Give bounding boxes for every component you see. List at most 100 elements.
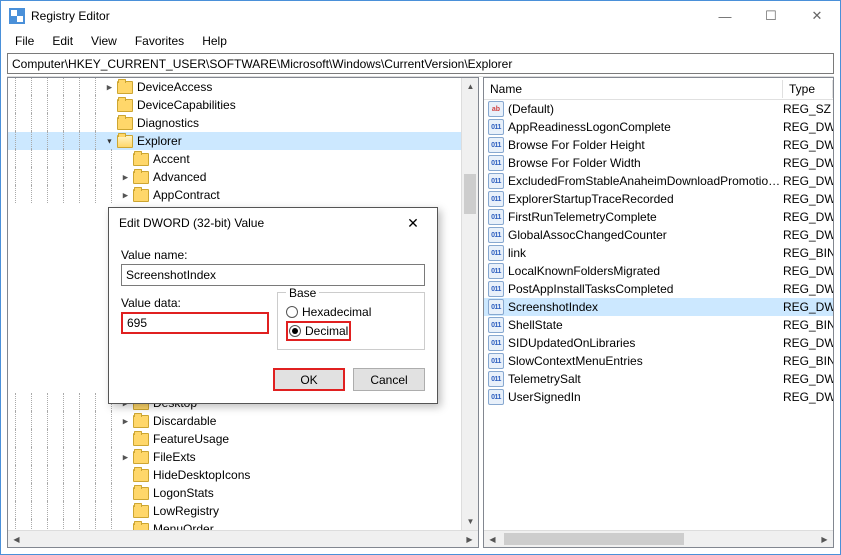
value-row[interactable]: 011FirstRunTelemetryCompleteREG_DWORD xyxy=(484,208,833,226)
tree-item-label: FileExts xyxy=(153,450,196,464)
tree-spacer xyxy=(120,434,131,445)
maximize-button[interactable]: ☐ xyxy=(748,1,794,31)
value-type: REG_DWORD xyxy=(783,156,833,170)
expander-icon[interactable] xyxy=(120,190,131,201)
value-name-field[interactable] xyxy=(121,264,425,286)
expander-icon[interactable] xyxy=(104,136,115,147)
scroll-up-icon[interactable]: ▲ xyxy=(462,78,479,95)
ok-button[interactable]: OK xyxy=(273,368,345,391)
scroll-right-icon[interactable]: ▶ xyxy=(816,531,833,548)
value-row[interactable]: 011SlowContextMenuEntriesREG_BINARY xyxy=(484,352,833,370)
tree-item-hidedesktopicons[interactable]: HideDesktopIcons xyxy=(8,466,461,484)
value-data-label: Value data: xyxy=(121,296,269,310)
tree-spacer xyxy=(104,118,115,129)
value-name: LocalKnownFoldersMigrated xyxy=(508,264,783,278)
value-type: REG_DWORD xyxy=(783,120,833,134)
close-button[interactable]: ✕ xyxy=(794,1,840,31)
value-name: TelemetrySalt xyxy=(508,372,783,386)
value-name: SIDUpdatedOnLibraries xyxy=(508,336,783,350)
minimize-button[interactable]: — xyxy=(702,1,748,31)
scroll-down-icon[interactable]: ▼ xyxy=(462,513,479,530)
address-bar[interactable]: Computer\HKEY_CURRENT_USER\SOFTWARE\Micr… xyxy=(7,53,834,74)
menu-edit[interactable]: Edit xyxy=(44,32,81,50)
binary-value-icon: 011 xyxy=(488,371,504,387)
tree-item-label: Discardable xyxy=(153,414,216,428)
value-row[interactable]: 011ExplorerStartupTraceRecordedREG_DWORD xyxy=(484,190,833,208)
menu-favorites[interactable]: Favorites xyxy=(127,32,192,50)
cancel-button[interactable]: Cancel xyxy=(353,368,425,391)
expander-icon[interactable] xyxy=(120,452,131,463)
value-row[interactable]: 011linkREG_BINARY xyxy=(484,244,833,262)
value-row[interactable]: 011ShellStateREG_BINARY xyxy=(484,316,833,334)
string-value-icon: ab xyxy=(488,101,504,117)
scroll-left-icon[interactable]: ◀ xyxy=(8,531,25,548)
value-name: ExplorerStartupTraceRecorded xyxy=(508,192,783,206)
value-row[interactable]: 011SIDUpdatedOnLibrariesREG_DWORD xyxy=(484,334,833,352)
menubar: File Edit View Favorites Help xyxy=(1,31,840,51)
tree-item-diagnostics[interactable]: Diagnostics xyxy=(8,114,461,132)
value-row[interactable]: 011PostAppInstallTasksCompletedREG_DWORD xyxy=(484,280,833,298)
dialog-close-button[interactable]: ✕ xyxy=(399,215,427,232)
value-row[interactable]: ab(Default)REG_SZ xyxy=(484,100,833,118)
tree-hscrollbar[interactable]: ◀ ▶ xyxy=(8,530,478,547)
value-row[interactable]: 011ScreenshotIndexREG_DWORD xyxy=(484,298,833,316)
value-data-field[interactable] xyxy=(121,312,269,334)
dialog-titlebar: Edit DWORD (32-bit) Value ✕ xyxy=(109,208,437,238)
value-row[interactable]: 011UserSignedInREG_DWORD xyxy=(484,388,833,406)
tree-item-accent[interactable]: Accent xyxy=(8,150,461,168)
list-hscrollbar[interactable]: ◀ ▶ xyxy=(484,530,833,547)
tree-item-deviceaccess[interactable]: DeviceAccess xyxy=(8,78,461,96)
tree-item-appcontract[interactable]: AppContract xyxy=(8,186,461,204)
scroll-left-icon[interactable]: ◀ xyxy=(484,531,501,548)
menu-view[interactable]: View xyxy=(83,32,125,50)
list-header: Name Type xyxy=(484,78,833,100)
menu-help[interactable]: Help xyxy=(194,32,235,50)
value-type: REG_DWORD xyxy=(783,210,833,224)
expander-icon[interactable] xyxy=(120,172,131,183)
value-row[interactable]: 011TelemetrySaltREG_DWORD xyxy=(484,370,833,388)
folder-icon xyxy=(133,189,149,202)
tree-item-discardable[interactable]: Discardable xyxy=(8,412,461,430)
value-row[interactable]: 011 AppReadinessLogonCompleteREG_DWORD xyxy=(484,118,833,136)
tree-vthumb[interactable] xyxy=(464,174,476,214)
value-row[interactable]: 011GlobalAssocChangedCounterREG_DWORD xyxy=(484,226,833,244)
value-name: Browse For Folder Height xyxy=(508,138,783,152)
tree-item-devicecapabilities[interactable]: DeviceCapabilities xyxy=(8,96,461,114)
binary-value-icon: 011 xyxy=(488,281,504,297)
radio-decimal[interactable]: Decimal xyxy=(289,324,348,338)
value-row[interactable]: 011ExcludedFromStableAnaheimDownloadProm… xyxy=(484,172,833,190)
tree-item-logonstats[interactable]: LogonStats xyxy=(8,484,461,502)
tree-item-explorer[interactable]: Explorer xyxy=(8,132,461,150)
col-type[interactable]: Type xyxy=(783,80,833,98)
expander-icon[interactable] xyxy=(120,416,131,427)
value-row[interactable]: 011LocalKnownFoldersMigratedREG_DWORD xyxy=(484,262,833,280)
binary-value-icon: 011 xyxy=(488,191,504,207)
radio-hexadecimal[interactable]: Hexadecimal xyxy=(286,305,416,319)
tree-item-menuorder[interactable]: MenuOrder xyxy=(8,520,461,530)
edit-dword-dialog: Edit DWORD (32-bit) Value ✕ Value name: … xyxy=(108,207,438,404)
tree-item-advanced[interactable]: Advanced xyxy=(8,168,461,186)
regedit-icon xyxy=(9,8,25,24)
list-panel: Name Type ab(Default)REG_SZ011AppReadine… xyxy=(483,77,834,548)
tree-vscrollbar[interactable]: ▲ ▼ xyxy=(461,78,478,530)
scroll-right-icon[interactable]: ▶ xyxy=(461,531,478,548)
tree-item-featureusage[interactable]: FeatureUsage xyxy=(8,430,461,448)
radio-icon xyxy=(286,306,298,318)
base-fieldset: Base Hexadecimal Decimal xyxy=(277,292,425,350)
value-row[interactable]: 011Browse For Folder HeightREG_DWORD xyxy=(484,136,833,154)
col-name[interactable]: Name xyxy=(484,80,783,98)
list-hthumb[interactable] xyxy=(504,533,684,545)
tree-item-lowregistry[interactable]: LowRegistry xyxy=(8,502,461,520)
binary-value-icon: 011 xyxy=(488,299,504,315)
value-name: ShellState xyxy=(508,318,783,332)
menu-file[interactable]: File xyxy=(7,32,42,50)
value-type: REG_DWORD xyxy=(783,138,833,152)
expander-icon[interactable] xyxy=(104,82,115,93)
binary-value-icon: 011 xyxy=(488,119,504,135)
folder-icon xyxy=(117,99,133,112)
value-type: REG_BINARY xyxy=(783,246,833,260)
value-name: AppReadinessLogonComplete xyxy=(508,120,783,134)
binary-value-icon: 011 xyxy=(488,173,504,189)
tree-item-fileexts[interactable]: FileExts xyxy=(8,448,461,466)
value-row[interactable]: 011Browse For Folder WidthREG_DWORD xyxy=(484,154,833,172)
